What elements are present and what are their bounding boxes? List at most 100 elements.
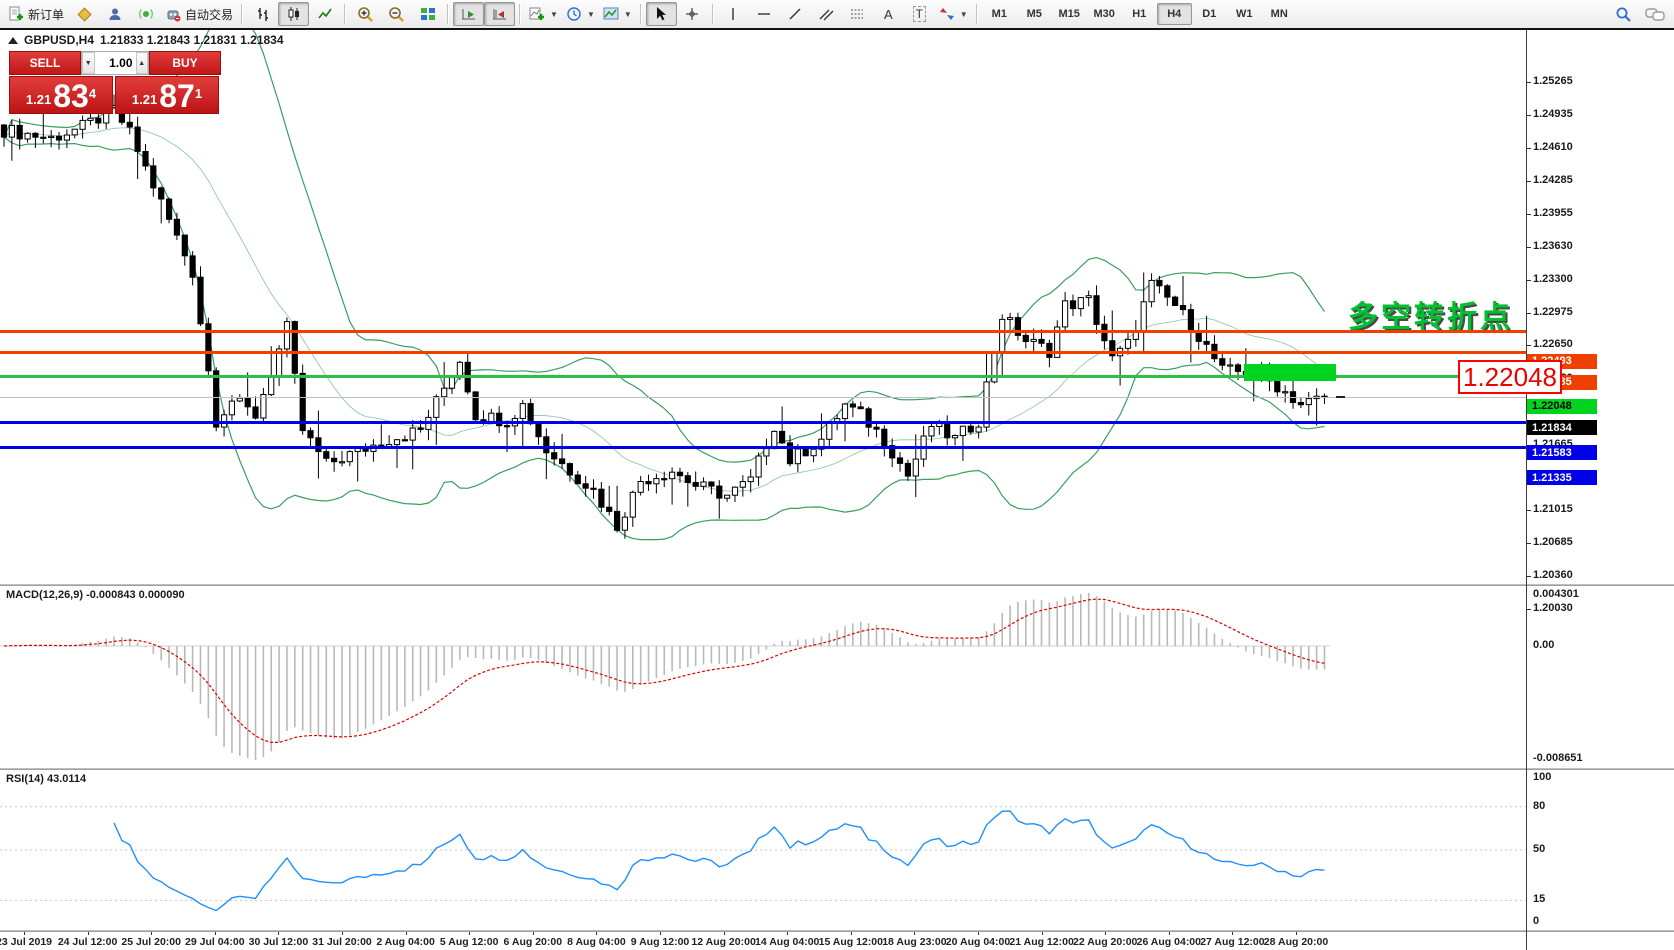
time-tick-mark	[215, 932, 216, 935]
time-tick-label: 2 Aug 04:00	[376, 936, 435, 948]
buy-quote-tile[interactable]: 1.21 87 1	[115, 76, 219, 114]
autotrading-button[interactable]: 自动交易	[161, 2, 237, 26]
main-toolbar: 新订单 自动交易 ▼ ▼ ▼ A T ▼ M1M5M15M30H1H4D1W1M…	[0, 0, 1674, 28]
tab-timeframe-M30[interactable]: M30	[1087, 3, 1122, 25]
tile-windows-button[interactable]	[412, 2, 443, 26]
vertical-line-tool[interactable]	[718, 2, 749, 26]
buy-price-big: 87	[159, 81, 195, 111]
indicators-icon	[529, 6, 545, 22]
time-tick-mark	[533, 932, 534, 935]
time-tick-mark	[724, 932, 725, 935]
sell-price-small: 1.21	[26, 89, 51, 111]
search-button[interactable]	[1608, 2, 1639, 26]
time-tick-label: 8 Aug 04:00	[567, 936, 626, 948]
candlestick-plot	[0, 30, 1526, 584]
time-tick-mark	[1169, 932, 1170, 935]
arrows-icon	[939, 6, 955, 22]
tab-timeframe-D1[interactable]: D1	[1192, 3, 1227, 25]
indicators-button[interactable]: ▼	[525, 2, 562, 26]
axis-tick-mark	[1526, 247, 1531, 248]
tile-windows-icon	[420, 6, 436, 22]
cursor-button[interactable]	[646, 2, 677, 26]
sell-quote-tile[interactable]: 1.21 83 4	[9, 76, 113, 114]
horizontal-line-icon	[756, 6, 772, 22]
rsi-tick-label: 80	[1533, 800, 1545, 812]
sell-button[interactable]: SELL	[9, 51, 81, 75]
crosshair-button[interactable]	[677, 2, 708, 26]
tab-timeframe-MN[interactable]: MN	[1262, 3, 1297, 25]
level-line-1.21834[interactable]	[0, 397, 1526, 398]
level-line-1.22493[interactable]	[0, 330, 1526, 333]
auto-scroll-button[interactable]	[453, 2, 484, 26]
dropdown-arrow-icon: ▼	[960, 10, 968, 19]
time-tick-label: 5 Aug 12:00	[440, 936, 499, 948]
trendline-tool[interactable]	[780, 2, 811, 26]
channel-tool[interactable]	[811, 2, 842, 26]
horizontal-line-tool[interactable]	[749, 2, 780, 26]
tab-timeframe-M5[interactable]: M5	[1017, 3, 1052, 25]
chat-button[interactable]	[1639, 2, 1670, 26]
fibonacci-tool[interactable]	[842, 2, 873, 26]
new-order-button[interactable]: 新订单	[4, 2, 68, 26]
toolbar-separator	[447, 4, 449, 24]
time-tick-label: 12 Aug 20:00	[691, 936, 755, 948]
symbol-header: GBPUSD,H4 1.21833 1.21843 1.21831 1.2183…	[8, 33, 284, 47]
text-tool[interactable]: A	[873, 2, 904, 26]
templates-button[interactable]: ▼	[599, 2, 636, 26]
buy-button[interactable]: BUY	[149, 51, 221, 75]
chart-shift-button[interactable]	[484, 2, 515, 26]
chart-candles-button[interactable]	[278, 2, 309, 26]
dropdown-arrow-icon: ▼	[624, 10, 632, 19]
macd-tick-label: -0.008651	[1533, 752, 1583, 764]
level-line-1.21335[interactable]	[0, 446, 1526, 449]
macd-label: MACD(12,26,9) -0.000843 0.000090	[6, 589, 185, 601]
periods-button[interactable]: ▼	[562, 2, 599, 26]
collapse-icon[interactable]	[8, 37, 18, 44]
level-line-1.21583[interactable]	[0, 421, 1526, 424]
rsi-panel[interactable]: RSI(14) 43.0114	[0, 770, 1674, 930]
tab-timeframe-H4[interactable]: H4	[1157, 3, 1192, 25]
zoom-in-icon	[357, 6, 374, 23]
time-tick-mark	[1232, 932, 1233, 935]
tab-timeframe-H1[interactable]: H1	[1122, 3, 1157, 25]
community-button[interactable]	[99, 2, 130, 26]
metaeditor-icon	[76, 6, 92, 22]
macd-panel[interactable]: MACD(12,26,9) -0.000843 0.000090	[0, 586, 1674, 768]
volume-down-button[interactable]: ▼	[82, 52, 95, 74]
green-highlight-rectangle[interactable]	[1244, 364, 1336, 381]
level-line-1.22285[interactable]	[0, 351, 1526, 354]
line-chart-icon	[317, 6, 333, 22]
volume-up-button[interactable]: ▲	[136, 52, 149, 74]
tab-timeframe-M15[interactable]: M15	[1052, 3, 1087, 25]
price-tick-label: 1.22975	[1533, 306, 1573, 318]
chart-bars-button[interactable]	[247, 2, 278, 26]
axis-tick-mark	[1526, 609, 1531, 610]
cursor-arrow-icon	[654, 6, 668, 22]
axis-tick-mark	[1526, 280, 1531, 281]
time-tick-mark	[151, 932, 152, 935]
time-tick-mark	[469, 932, 470, 935]
chart-line-button[interactable]	[309, 2, 340, 26]
price-callout-box[interactable]: 1.22048	[1458, 360, 1562, 394]
price-level-label: 1.21834	[1527, 420, 1597, 435]
tab-timeframe-W1[interactable]: W1	[1227, 3, 1262, 25]
zoom-in-button[interactable]	[350, 2, 381, 26]
buy-price-small: 1.21	[132, 89, 157, 111]
metaeditor-button[interactable]	[68, 2, 99, 26]
rsi-plot	[0, 770, 1526, 930]
axis-tick-mark	[1526, 576, 1531, 577]
zoom-out-button[interactable]	[381, 2, 412, 26]
main-price-panel[interactable]: GBPUSD,H4 1.21833 1.21843 1.21831 1.2183…	[0, 30, 1674, 584]
text-label-tool[interactable]: T	[904, 2, 935, 26]
signals-button[interactable]	[130, 2, 161, 26]
tab-timeframe-M1[interactable]: M1	[982, 3, 1017, 25]
time-tick-mark	[787, 932, 788, 935]
time-tick-mark	[342, 932, 343, 935]
volume-input[interactable]	[95, 52, 136, 74]
time-tick-label: 23 Jul 2019	[0, 936, 52, 948]
arrows-tool[interactable]: ▼	[935, 2, 972, 26]
axis-tick-mark	[1526, 313, 1531, 314]
toolbar-separator	[519, 4, 521, 24]
price-tick-label: 1.23630	[1533, 240, 1573, 252]
time-axis[interactable]: 23 Jul 201924 Jul 12:0025 Jul 20:0029 Ju…	[0, 932, 1674, 950]
